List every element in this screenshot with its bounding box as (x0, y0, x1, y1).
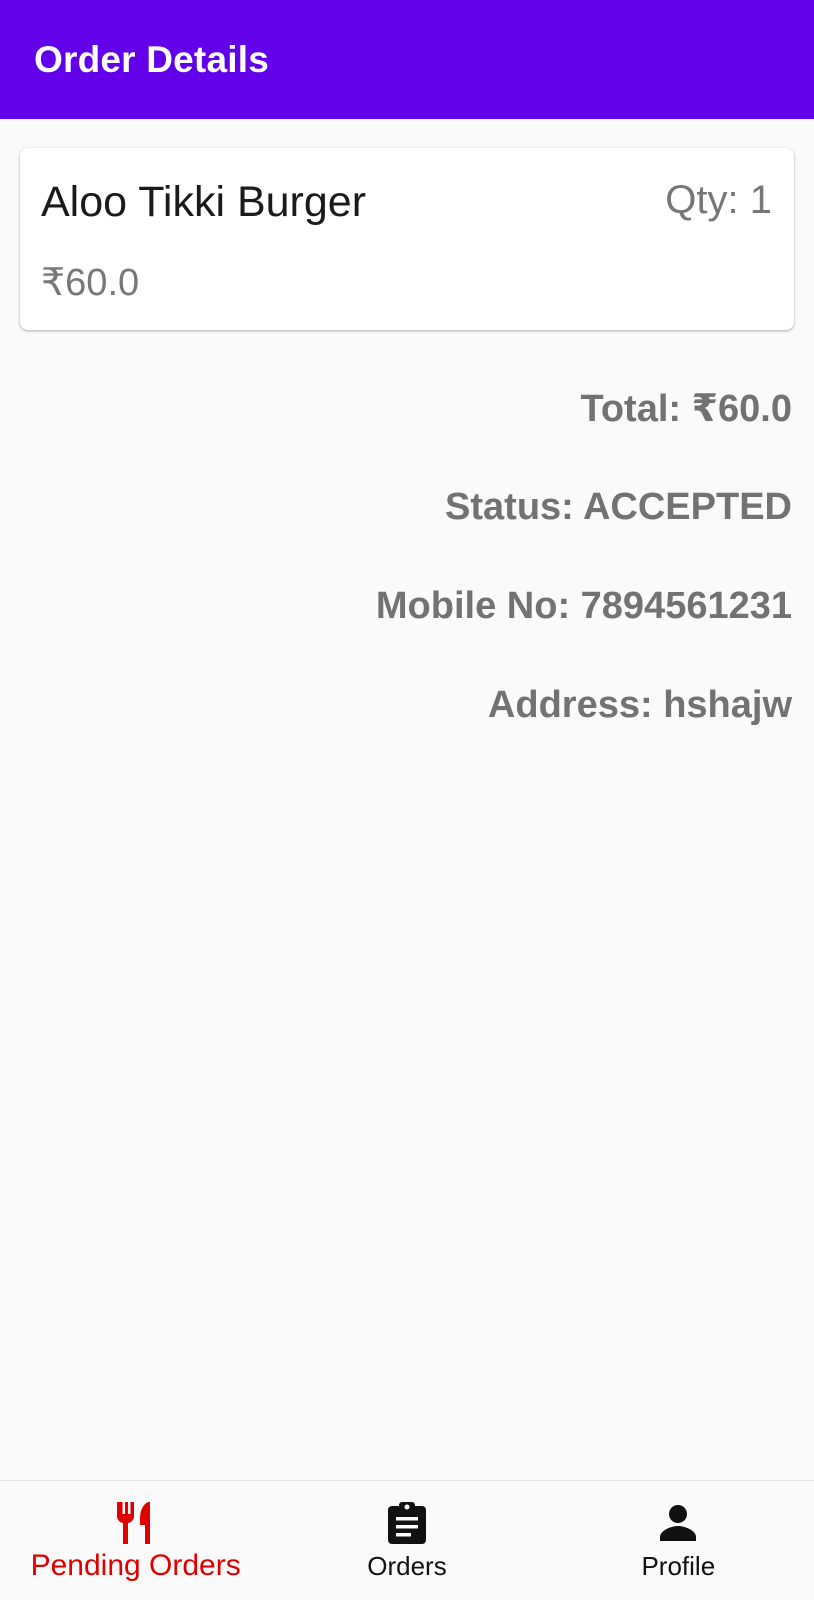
app-root: Order Details Aloo Tikki Burger Qty: 1 ₹… (0, 0, 814, 1600)
item-quantity: Qty: 1 (665, 178, 772, 222)
item-price: ₹60.0 (41, 262, 140, 304)
nav-profile[interactable]: Profile (543, 1481, 814, 1600)
page-title: Order Details (34, 38, 269, 80)
restaurant-icon (112, 1499, 160, 1547)
order-total: Total: ₹60.0 (580, 388, 792, 430)
nav-label-pending-orders: Pending Orders (30, 1549, 241, 1582)
clipboard-icon (383, 1499, 431, 1547)
nav-pending-orders[interactable]: Pending Orders (0, 1481, 271, 1600)
nav-orders[interactable]: Orders (271, 1481, 542, 1600)
item-name: Aloo Tikki Burger (41, 178, 367, 226)
nav-label-orders: Orders (367, 1551, 447, 1581)
person-icon (654, 1499, 702, 1547)
bottom-navigation: Pending Orders Orders Profile (0, 1480, 814, 1600)
mobile-number: Mobile No: 7894561231 (375, 585, 792, 627)
order-item-card: Aloo Tikki Burger Qty: 1 ₹60.0 (20, 148, 794, 330)
app-bar: Order Details (0, 0, 814, 119)
order-status: Status: ACCEPTED (445, 486, 792, 528)
delivery-address: Address: hshajw (487, 684, 792, 726)
nav-label-profile: Profile (641, 1551, 716, 1581)
